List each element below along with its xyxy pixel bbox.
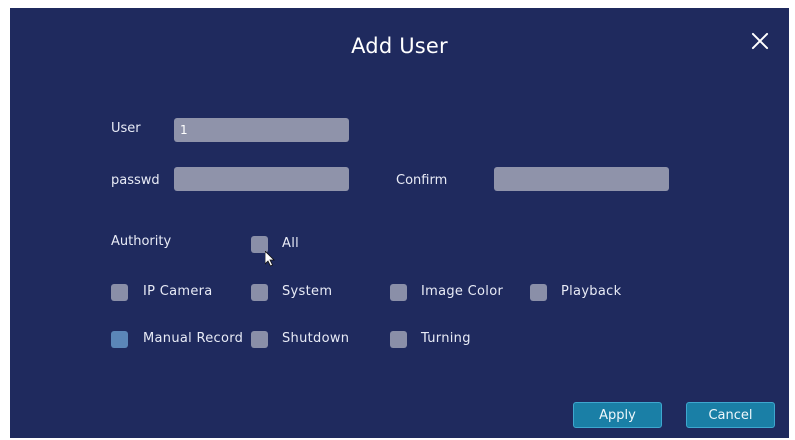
shutdown-label: Shutdown <box>282 331 350 346</box>
turning-checkbox[interactable] <box>390 331 407 348</box>
system-checkbox[interactable] <box>251 284 268 301</box>
confirm-label: Confirm <box>396 173 448 188</box>
authority-label: Authority <box>111 234 172 249</box>
manual-record-checkbox[interactable] <box>111 331 128 348</box>
ip-camera-checkbox[interactable] <box>111 284 128 301</box>
shutdown-checkbox[interactable] <box>251 331 268 348</box>
image-color-checkbox[interactable] <box>390 284 407 301</box>
manual-record-label: Manual Record <box>143 331 244 346</box>
user-label: User <box>111 121 141 136</box>
playback-label: Playback <box>561 284 622 299</box>
close-icon[interactable] <box>749 30 771 52</box>
ip-camera-label: IP Camera <box>143 284 213 299</box>
passwd-input[interactable] <box>174 167 349 191</box>
all-checkbox-label: All <box>282 236 300 251</box>
user-input[interactable] <box>174 118 349 142</box>
apply-button[interactable]: Apply <box>573 402 662 428</box>
dialog-title: Add User <box>351 34 448 58</box>
image-color-label: Image Color <box>421 284 504 299</box>
passwd-label: passwd <box>111 173 160 188</box>
system-label: System <box>282 284 333 299</box>
confirm-input[interactable] <box>494 167 669 191</box>
cancel-button[interactable]: Cancel <box>686 402 775 428</box>
turning-label: Turning <box>421 331 471 346</box>
add-user-dialog: Add User User passwd Confirm Authority A… <box>10 8 789 438</box>
playback-checkbox[interactable] <box>530 284 547 301</box>
